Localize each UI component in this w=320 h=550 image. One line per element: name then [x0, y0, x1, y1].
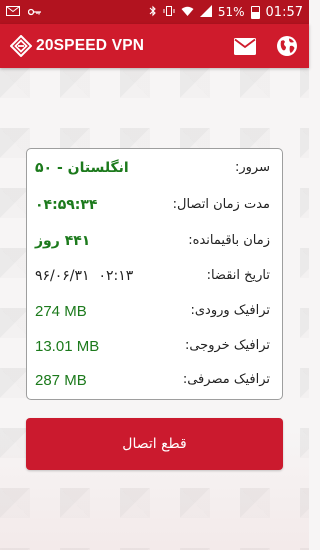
status-right: 51% 01:57	[149, 5, 303, 20]
app-bar-actions	[233, 34, 299, 58]
expiry-date-row: تاریخ انقضا: ۹۶/۰۶/۳۱ ۰۲:۱۳	[27, 268, 282, 290]
expiry-date-value: ۹۶/۰۶/۳۱ ۰۲:۱۳	[35, 268, 134, 284]
remaining-time-value: ۴۴۱ روز	[35, 233, 91, 249]
bluetooth-icon	[149, 5, 157, 19]
status-bar: 51% 01:57	[0, 0, 309, 24]
mail-notification-icon	[6, 6, 20, 18]
server-row: سرور: انگلستان - ۵۰	[27, 160, 282, 182]
used-traffic-label: ترافیک مصرفی:	[182, 372, 270, 387]
connection-time-label: مدت زمان اتصال:	[172, 197, 270, 212]
logo-icon	[9, 34, 33, 58]
key-icon	[27, 7, 42, 18]
status-left	[6, 6, 42, 18]
disconnect-button[interactable]: قطع اتصال	[26, 418, 283, 470]
outgoing-traffic-row: ترافیک خروجی: 13.01 MB	[27, 338, 282, 360]
incoming-traffic-label: ترافیک ورودی:	[190, 303, 271, 318]
incoming-traffic-value: 274 MB	[35, 303, 87, 320]
mail-icon[interactable]	[233, 34, 257, 58]
disconnect-button-label: قطع اتصال	[122, 436, 187, 452]
battery-percent: 51%	[217, 5, 245, 19]
server-label: سرور:	[234, 160, 270, 175]
connection-info-card: سرور: انگلستان - ۵۰ مدت زمان اتصال: ۰۴:۵…	[26, 148, 283, 400]
remaining-time-label: زمان باقیمانده:	[188, 233, 270, 248]
server-value: انگلستان - ۵۰	[35, 160, 129, 176]
app-title: 20SPEED VPN	[36, 37, 145, 54]
signal-icon	[199, 5, 212, 19]
outgoing-traffic-label: ترافیک خروجی:	[184, 338, 270, 353]
used-traffic-value: 287 MB	[35, 372, 87, 389]
wifi-icon	[181, 6, 194, 19]
remaining-time-row: زمان باقیمانده: ۴۴۱ روز	[27, 233, 282, 255]
globe-icon[interactable]	[275, 34, 299, 58]
incoming-traffic-row: ترافیک ورودی: 274 MB	[27, 303, 282, 325]
status-time: 01:57	[265, 4, 303, 20]
connection-time-row: مدت زمان اتصال: ۰۴:۵۹:۳۴	[27, 197, 282, 219]
vibrate-icon	[163, 5, 175, 19]
app-bar: 20SPEED VPN	[0, 24, 309, 68]
expiry-date-label: تاریخ انقضا:	[206, 268, 270, 283]
battery-icon	[250, 5, 260, 19]
used-traffic-row: ترافیک مصرفی: 287 MB	[27, 372, 282, 394]
connection-time-value: ۰۴:۵۹:۳۴	[35, 197, 98, 213]
outgoing-traffic-value: 13.01 MB	[35, 338, 100, 355]
